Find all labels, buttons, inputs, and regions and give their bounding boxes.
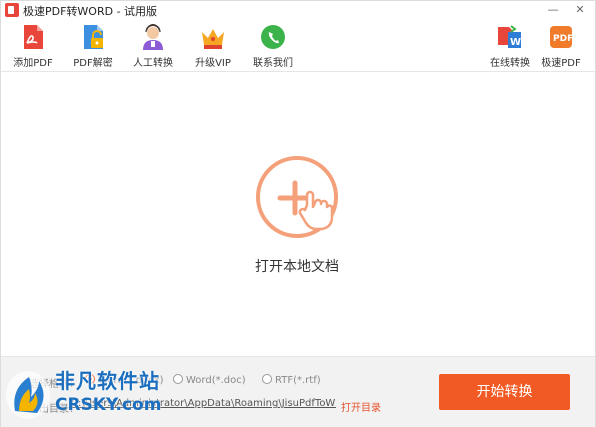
contact-us-icon	[261, 25, 285, 49]
format-rtf-label: RTF(*.rtf)	[275, 375, 321, 386]
bottom-bar: 选择格式： Word(*.docx) Word(*.doc) RTF(*.rtf…	[1, 356, 595, 427]
format-doc-radio[interactable]: Word(*.doc)	[173, 374, 246, 386]
manual-convert-icon	[143, 24, 163, 50]
upgrade-vip-button[interactable]: 升级VIP	[185, 23, 241, 69]
format-docx-radio[interactable]: Word(*.docx)	[85, 374, 164, 386]
title-bar: 极速PDF转WORD - 试用版 — ✕	[1, 1, 595, 19]
jisu-pdf-icon: PDF	[550, 26, 573, 48]
vip-crown-icon	[202, 29, 224, 49]
add-pdf-button[interactable]: 添加PDF	[5, 23, 61, 69]
pdf-unlock-icon	[84, 25, 103, 49]
add-pdf-icon	[24, 25, 43, 49]
format-docx-label: Word(*.docx)	[98, 375, 164, 386]
radio-dot-icon	[173, 374, 183, 384]
add-hand-cursor-icon	[256, 156, 338, 238]
jisu-pdf-button[interactable]: PDF 极速PDF	[533, 23, 589, 69]
minimize-button[interactable]: —	[544, 2, 562, 18]
open-local-document-label: 打开本地文档	[255, 259, 339, 275]
jisu-pdf-label: 极速PDF	[541, 58, 581, 69]
format-label: 选择格式：	[29, 379, 79, 390]
pdf-unlock-button[interactable]: PDF解密	[65, 23, 121, 69]
window-title: 极速PDF转WORD - 试用版	[23, 5, 158, 18]
contact-us-button[interactable]: 联系我们	[245, 23, 301, 69]
radio-dot-icon	[262, 374, 272, 384]
toolbar: 添加PDF PDF解密 人工转换 升级VIP 联系我们 W 在线转换 PDF 极…	[1, 19, 595, 72]
close-button[interactable]: ✕	[571, 2, 589, 18]
app-window: 极速PDF转WORD - 试用版 — ✕ 添加PDF PDF解密 人工转换 升级…	[0, 0, 596, 427]
output-path-link[interactable]: C:\Users\Administrator\AppData\Roaming\J…	[71, 398, 336, 409]
radio-dot-icon	[85, 374, 95, 384]
svg-text:W: W	[510, 37, 521, 48]
manual-convert-button[interactable]: 人工转换	[125, 23, 181, 69]
document-drop-area[interactable]: 打开本地文档	[1, 72, 595, 356]
format-doc-label: Word(*.doc)	[186, 375, 246, 386]
svg-text:PDF: PDF	[553, 34, 573, 44]
online-convert-icon: W	[498, 25, 521, 48]
app-logo-icon	[5, 3, 19, 17]
open-local-document-button[interactable]: 打开本地文档	[239, 155, 355, 275]
start-convert-button[interactable]: 开始转换	[439, 374, 570, 410]
format-rtf-radio[interactable]: RTF(*.rtf)	[262, 374, 321, 386]
contact-us-label: 联系我们	[253, 58, 293, 69]
open-directory-link[interactable]: 打开目录	[341, 399, 381, 414]
